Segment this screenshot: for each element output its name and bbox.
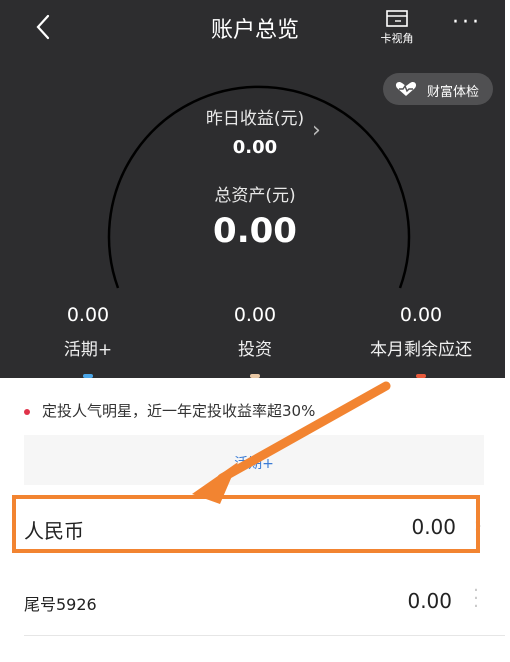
stat-indicator: [83, 374, 93, 378]
wealth-check-label: 财富体检: [427, 85, 480, 100]
chevron-right-icon[interactable]: ›: [312, 118, 321, 143]
card-view-label: 卡视角: [380, 32, 414, 45]
stat-label: 活期+: [63, 340, 113, 360]
stat-monthly-repayment[interactable]: 0.00 本月剩余应还: [336, 304, 506, 378]
row-divider: [24, 635, 505, 636]
current-deposit-tab[interactable]: 活期+: [24, 435, 484, 485]
wealth-check-button[interactable]: 财富体检: [383, 73, 493, 105]
stat-indicator: [416, 374, 426, 378]
total-assets-value: 0.00: [213, 211, 297, 251]
card-account-row[interactable]: 尾号5926 0.00 · · ·: [24, 575, 484, 635]
stat-value: 0.00: [399, 304, 443, 326]
yesterday-earnings-label[interactable]: 昨日收益(元): [0, 104, 510, 129]
tab-label: 活期+: [234, 456, 274, 472]
heart-pulse-icon: [395, 81, 417, 96]
kebab-menu-icon[interactable]: · · ·: [472, 582, 480, 616]
total-assets-label: 总资产(元): [214, 186, 296, 206]
card-tail-number: 尾号5926: [24, 595, 97, 614]
stat-indicator: [250, 374, 260, 378]
stat-investment[interactable]: 0.00 投资: [170, 304, 340, 378]
stat-current-deposit[interactable]: 0.00 活期+: [3, 304, 173, 378]
top-bar: 账户总览 卡视角 ···: [0, 0, 505, 56]
more-icon[interactable]: ···: [452, 10, 488, 40]
notice-dot-icon: [24, 408, 30, 415]
yesterday-earnings-value[interactable]: 0.00: [0, 137, 510, 158]
card-view-button[interactable]: 卡视角: [374, 6, 420, 48]
card-icon: [386, 10, 408, 27]
stat-value: 0.00: [233, 304, 277, 326]
promo-notice[interactable]: 定投人气明星，近一年定投收益率超30%: [24, 400, 315, 421]
card-balance: 0.00: [407, 589, 452, 613]
stat-label: 本月剩余应还: [370, 340, 472, 360]
stat-value: 0.00: [66, 304, 110, 326]
stat-label: 投资: [238, 340, 272, 360]
notice-text: 定投人气明星，近一年定投收益率超30%: [42, 402, 316, 420]
highlight-box: [12, 495, 480, 553]
page-title: 账户总览: [210, 18, 299, 43]
